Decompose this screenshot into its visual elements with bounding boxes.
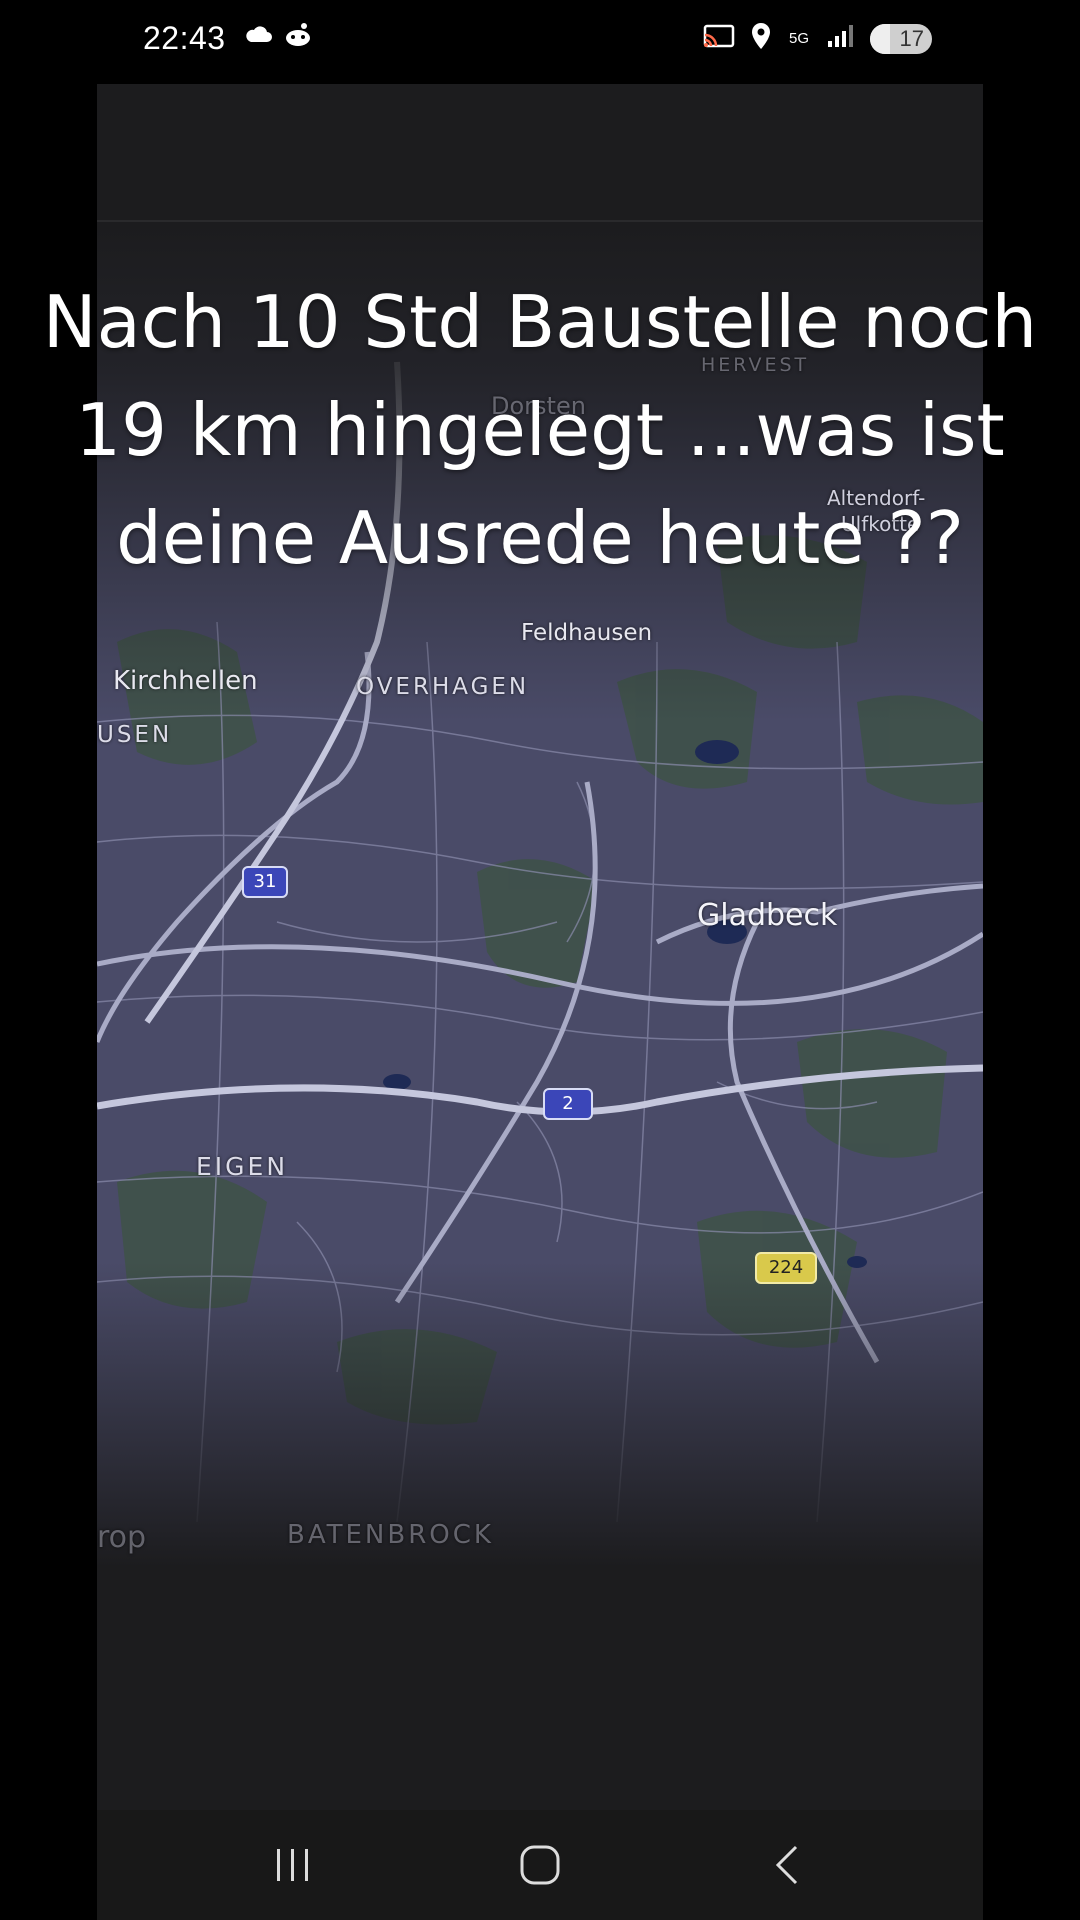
reddit-icon bbox=[283, 22, 313, 53]
navigation-bar bbox=[97, 1810, 983, 1920]
video-caption: Nach 10 Std Baustelle noch 19 km hingele… bbox=[0, 268, 1080, 592]
map-label-kirchhellen: Kirchhellen bbox=[113, 666, 258, 696]
map-label-batenbrock: BATENBROCK bbox=[287, 1520, 494, 1550]
map-label-gladbeck: Gladbeck bbox=[697, 898, 838, 933]
map-label-trop: rop bbox=[97, 1520, 147, 1555]
5g-icon: 5G bbox=[788, 29, 809, 47]
back-icon bbox=[775, 1845, 798, 1885]
status-right-icons: 5G 17 bbox=[702, 22, 932, 55]
recents-icon bbox=[277, 1849, 308, 1881]
caption-line: 19 km hingelegt ...was ist bbox=[75, 388, 1005, 472]
caption-line: deine Ausrede heute ?? bbox=[116, 496, 964, 580]
road-shield-a31: 31 bbox=[242, 866, 288, 898]
status-bar: 22:43 5G 17 bbox=[0, 0, 1080, 84]
caption-line: Nach 10 Std Baustelle noch bbox=[42, 280, 1038, 364]
location-icon bbox=[750, 22, 772, 55]
map-label-usen: USEN bbox=[97, 722, 173, 748]
map-label-eigen: EIGEN bbox=[196, 1152, 289, 1181]
home-icon bbox=[520, 1845, 560, 1885]
back-button[interactable] bbox=[757, 1840, 817, 1890]
status-time: 22:43 bbox=[143, 20, 226, 56]
map-label-feldhausen: Feldhausen bbox=[521, 620, 653, 646]
road-shield-b224: 224 bbox=[755, 1252, 817, 1284]
map-label-overhagen: OVERHAGEN bbox=[356, 674, 530, 700]
road-shield-a2: 2 bbox=[543, 1088, 593, 1120]
battery-indicator: 17 bbox=[870, 23, 932, 54]
signal-icon bbox=[826, 23, 856, 54]
recents-button[interactable] bbox=[263, 1840, 323, 1890]
notification-icons bbox=[243, 22, 313, 53]
cloud-icon bbox=[243, 22, 273, 53]
home-button[interactable] bbox=[510, 1840, 570, 1890]
cast-icon bbox=[702, 23, 736, 54]
